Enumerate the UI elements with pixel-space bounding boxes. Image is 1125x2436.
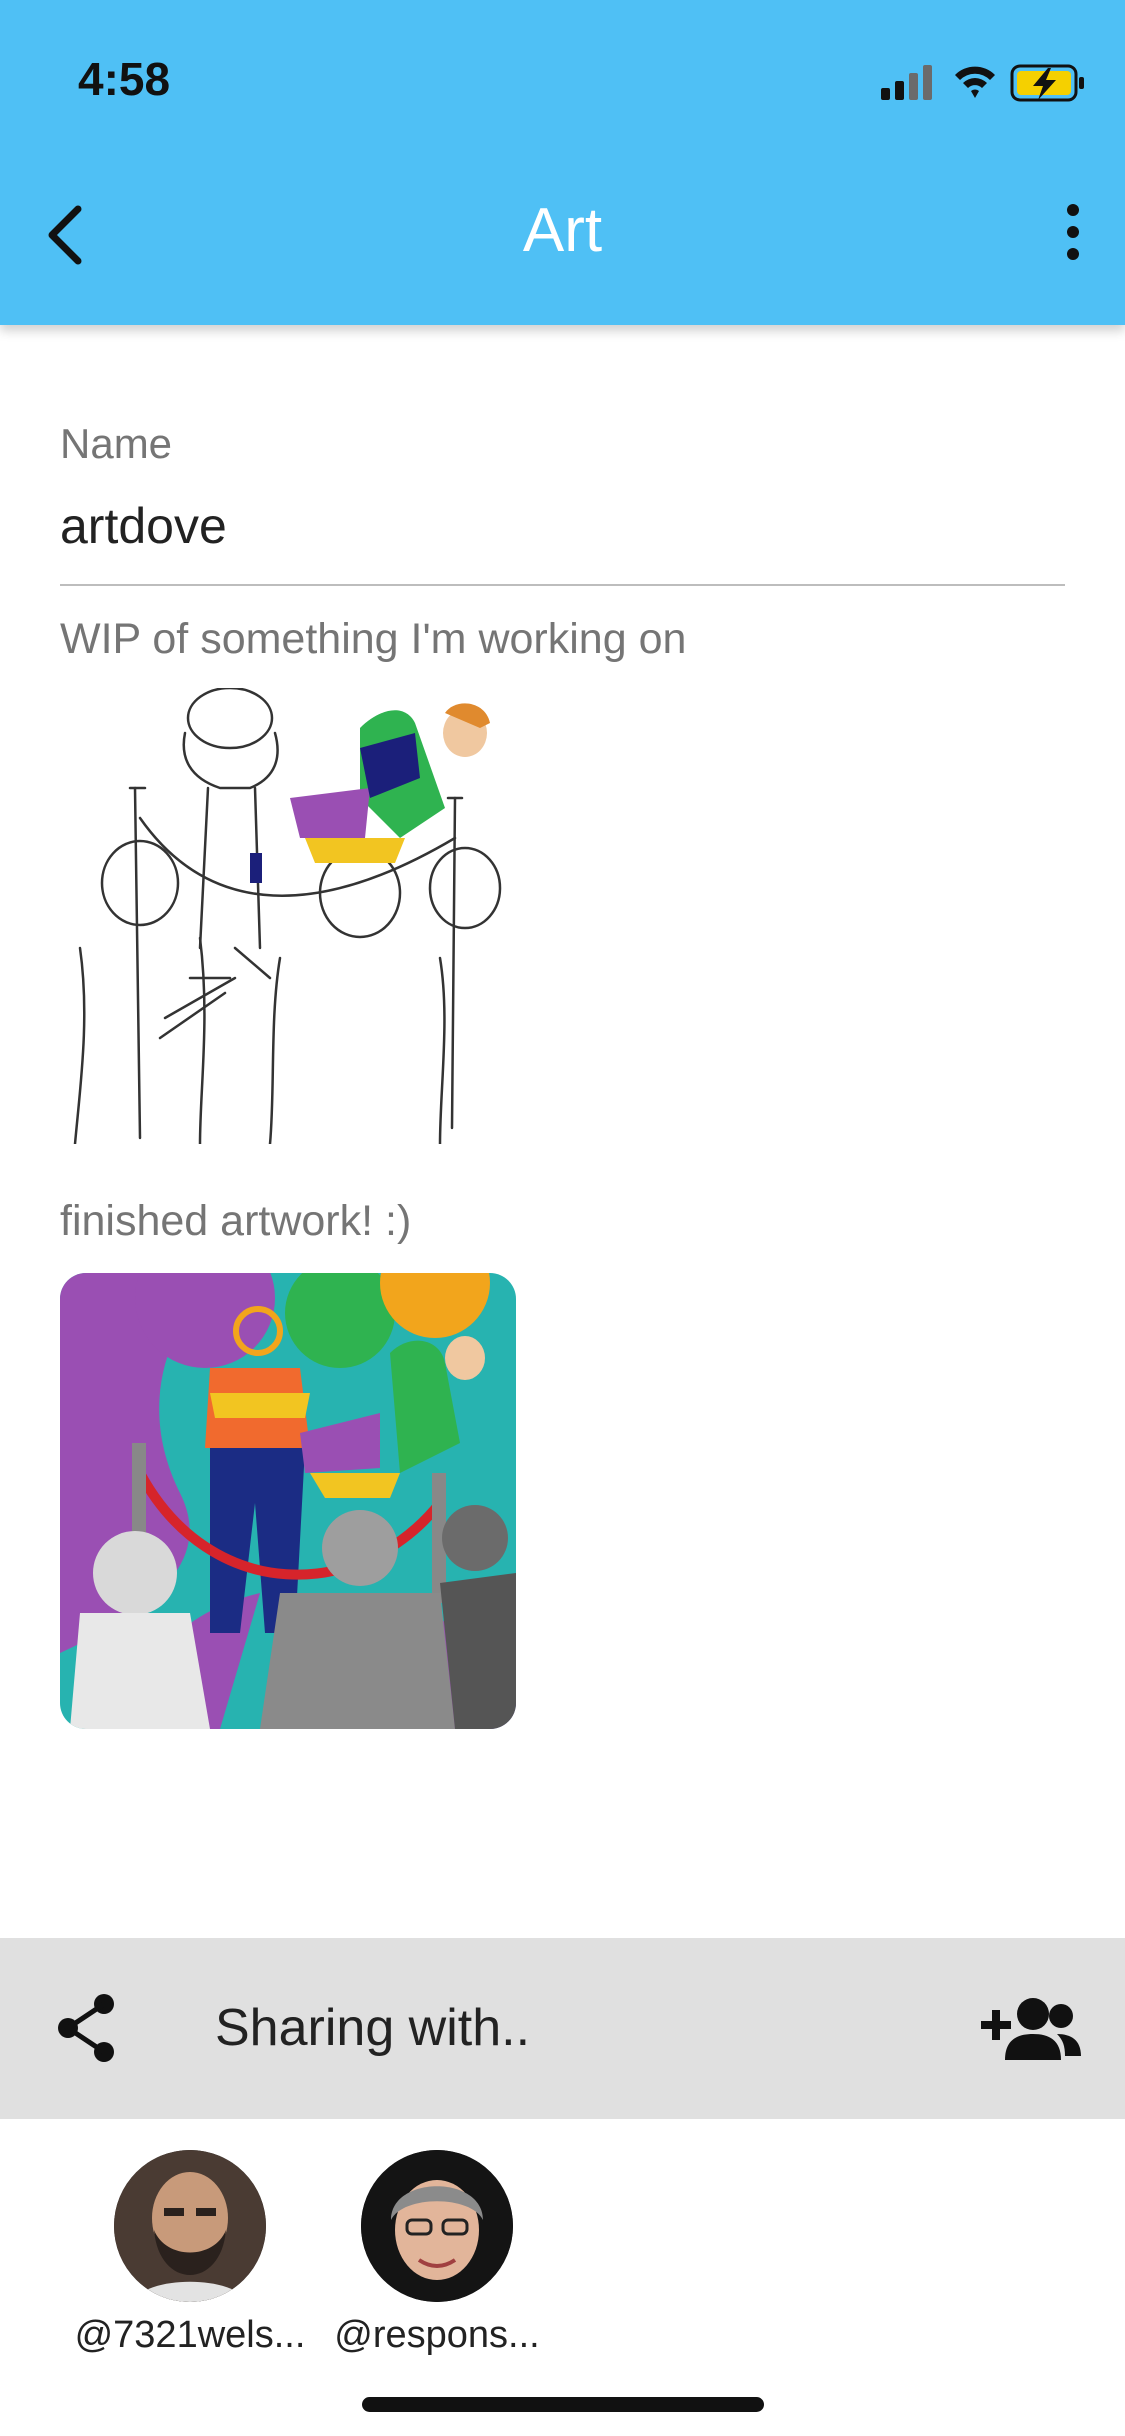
colored-artwork-image[interactable] (60, 1273, 516, 1729)
user-handle: @respons... (334, 2314, 540, 2356)
shared-user[interactable]: @7321wels... (70, 2150, 310, 2357)
signal-icon (881, 65, 932, 100)
sketch-artwork-icon (73, 688, 502, 1144)
avatar (361, 2150, 513, 2302)
add-group-icon (981, 1998, 1081, 2060)
share-icon[interactable] (54, 1992, 120, 2064)
home-indicator[interactable] (362, 2397, 764, 2412)
user-avatar-icon (114, 2150, 266, 2302)
post-caption: WIP of something I'm working on (60, 615, 687, 663)
more-options-button[interactable] (1053, 200, 1093, 264)
sharing-bar: Sharing with.. (0, 1938, 1125, 2119)
name-field-underline (60, 584, 1065, 586)
app-bar: 4:58 Art (0, 0, 1125, 325)
sketch-artwork-image[interactable] (60, 688, 516, 1144)
battery-charging-icon (1010, 64, 1084, 102)
status-time: 4:58 (78, 53, 171, 105)
avatar (114, 2150, 266, 2302)
vertical-dots-icon (1067, 204, 1079, 260)
colored-artwork-icon (60, 1273, 516, 1729)
user-handle: @7321wels... (74, 2314, 306, 2356)
page-title: Art (522, 196, 603, 265)
name-field[interactable]: artdove (60, 497, 227, 555)
status-icons (881, 64, 1084, 102)
name-label: Name (60, 420, 173, 467)
post-caption: finished artwork! :) (60, 1197, 412, 1245)
user-avatar-icon (361, 2150, 513, 2302)
shared-user[interactable]: @respons... (317, 2150, 557, 2357)
screen: 4:58 Art Name artdove WIP of something I… (0, 0, 1125, 2436)
sharing-label: Sharing with.. (215, 1999, 531, 2057)
add-people-button[interactable] (981, 1994, 1081, 2064)
wifi-icon (955, 66, 995, 98)
